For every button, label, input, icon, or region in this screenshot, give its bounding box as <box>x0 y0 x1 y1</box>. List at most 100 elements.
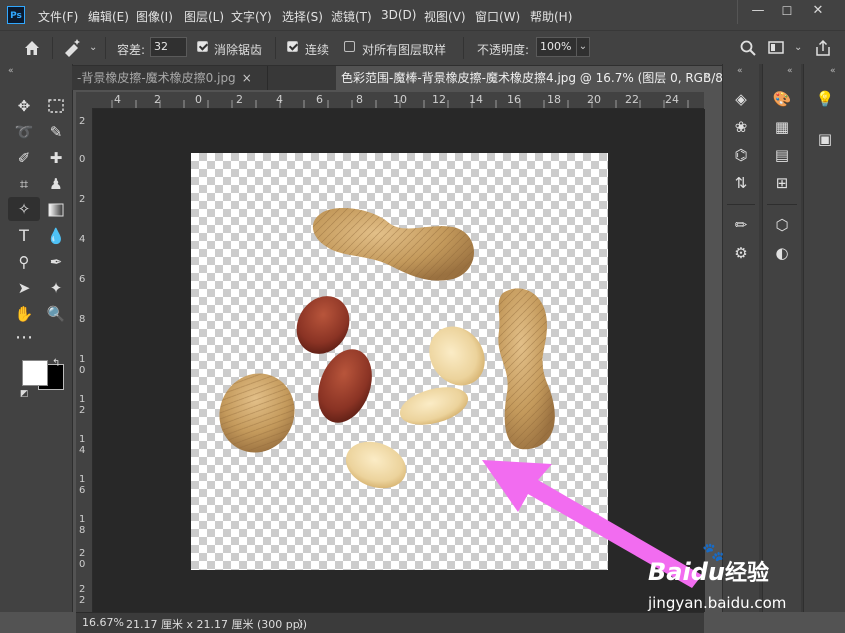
panel-divider <box>767 204 797 205</box>
magic-eraser-tool-icon[interactable]: ✧ <box>8 197 40 221</box>
ruler-label: 2 2 <box>79 584 86 606</box>
brush-settings-panel-icon[interactable]: ⚙ <box>729 242 753 264</box>
ruler-label: 2 <box>79 116 86 127</box>
menu-3d[interactable]: 3D(D) <box>381 8 416 22</box>
ruler-label: 22 <box>625 93 639 106</box>
zoom-level[interactable]: 16.67% <box>82 616 124 629</box>
zoom-tool-icon[interactable]: 🔍 <box>43 302 69 326</box>
tab-document-4[interactable]: 色彩范围-魔棒-背景橡皮擦-魔术橡皮擦4.jpg @ 16.7% (图层 0, … <box>336 66 761 90</box>
channels-panel-icon[interactable]: ❀ <box>729 116 753 138</box>
antialias-checkbox[interactable] <box>197 41 208 52</box>
eyedropper-tool-icon[interactable]: ✎ <box>43 120 69 144</box>
sample-all-layers-label: 对所有图层取样 <box>362 43 447 57</box>
window-controls-divider <box>737 0 738 24</box>
ruler-label: 2 <box>79 194 86 205</box>
ruler-label: 4 <box>79 234 86 245</box>
chevron-down-icon[interactable]: ⌄ <box>89 42 97 53</box>
ruler-label: 14 <box>469 93 483 106</box>
status-bar: 16.67% 21.17 厘米 x 21.17 厘米 (300 ppi) 〉 <box>76 612 704 633</box>
ruler-label: 1 2 <box>79 394 86 416</box>
workspace-icon[interactable] <box>768 40 786 56</box>
panel-divider <box>727 204 755 205</box>
tolerance-input[interactable]: 32 <box>150 37 187 57</box>
ruler-label: 1 4 <box>79 434 86 456</box>
panel-column-3: « 💡 ▣ <box>803 64 845 612</box>
tools-panel: « ✥ ➰ ✎ ✐ ✚ ⌗ ♟ ✧ T 💧 ⚲ ✒ ➤ ✦ ✋ 🔍 ⋯ ↰ ◩ <box>0 64 73 612</box>
swap-colors-icon[interactable]: ↰ <box>52 358 60 369</box>
options-bar: ⌄ 容差: 32 消除锯齿 连续 对所有图层取样 不透明度: 100% ⌄ ⌄ <box>0 30 845 66</box>
adjustments-panel-icon[interactable]: ◐ <box>770 242 794 264</box>
blur-tool-icon[interactable]: 💧 <box>43 224 69 248</box>
libraries-panel-icon[interactable]: ▣ <box>813 128 837 150</box>
menu-type[interactable]: 文字(Y) <box>231 8 272 25</box>
gradient-tool-icon[interactable] <box>43 198 69 222</box>
tab-document-0[interactable]: -背景橡皮擦-魔术橡皮擦0.jpg × <box>72 66 268 90</box>
collapse-panel-icon[interactable]: « <box>787 66 793 76</box>
magic-eraser-preset-icon[interactable] <box>62 38 84 58</box>
swatches-panel-icon[interactable]: ▦ <box>770 116 794 138</box>
close-icon[interactable]: × <box>236 71 252 85</box>
tab-label: -背景橡皮擦-魔术橡皮擦0.jpg <box>77 71 236 85</box>
ruler-label: 6 <box>79 274 86 285</box>
move-tool-icon[interactable]: ✥ <box>11 94 37 118</box>
collapse-panel-icon[interactable]: « <box>830 66 836 76</box>
opacity-dropdown-icon[interactable]: ⌄ <box>576 37 590 57</box>
patterns-panel-icon[interactable]: ⊞ <box>770 172 794 194</box>
maximize-button[interactable]: ☐ <box>773 0 801 24</box>
brush-tool-icon[interactable]: ✐ <box>11 146 37 170</box>
marquee-tool-icon[interactable] <box>43 94 69 118</box>
more-tabs-icon[interactable]: » <box>703 68 710 82</box>
ruler-label: 24 <box>665 93 679 106</box>
custom-shape-tool-icon[interactable]: ✦ <box>43 276 69 300</box>
watermark-brand-cn: 经验 <box>724 561 769 586</box>
color-panel-icon[interactable]: 🎨 <box>770 88 794 110</box>
share-icon[interactable] <box>814 39 832 57</box>
ruler-label: 10 <box>393 93 407 106</box>
menu-file[interactable]: 文件(F) <box>38 8 78 25</box>
learn-panel-icon[interactable]: 💡 <box>813 88 837 110</box>
paths-panel-icon[interactable]: ⌬ <box>729 144 753 166</box>
default-colors-icon[interactable]: ◩ <box>20 389 29 399</box>
clone-stamp-tool-icon[interactable]: ♟ <box>43 172 69 196</box>
type-tool-icon[interactable]: T <box>11 224 37 248</box>
foreground-color-swatch[interactable] <box>22 360 48 386</box>
contiguous-checkbox[interactable] <box>287 41 298 52</box>
ruler-label: 0 <box>195 93 202 106</box>
menu-help[interactable]: 帮助(H) <box>530 8 572 25</box>
dodge-tool-icon[interactable]: ⚲ <box>11 250 37 274</box>
menu-layer[interactable]: 图层(L) <box>184 8 224 25</box>
collapse-panel-icon[interactable]: « <box>737 66 743 76</box>
path-selection-tool-icon[interactable]: ➤ <box>11 276 37 300</box>
3d-panel-icon[interactable]: ⬡ <box>770 214 794 236</box>
peanut-kernel <box>345 441 407 489</box>
healing-brush-tool-icon[interactable]: ✚ <box>43 146 69 170</box>
chevron-down-icon[interactable]: ⌄ <box>794 42 802 53</box>
brushes-panel-icon[interactable]: ✏ <box>729 214 753 236</box>
hand-tool-icon[interactable]: ✋ <box>11 302 37 326</box>
crop-tool-icon[interactable]: ⌗ <box>11 172 37 196</box>
menu-view[interactable]: 视图(V) <box>424 8 466 25</box>
history-panel-icon[interactable]: ⇅ <box>729 172 753 194</box>
horizontal-ruler: 4 2 0 2 4 6 8 10 12 14 16 18 20 22 24 <box>76 92 704 109</box>
lasso-tool-icon[interactable]: ➰ <box>11 120 37 144</box>
gradients-panel-icon[interactable]: ▤ <box>770 144 794 166</box>
sample-all-layers-checkbox[interactable] <box>344 41 355 52</box>
menu-image[interactable]: 图像(I) <box>136 8 173 25</box>
close-button[interactable]: ✕ <box>804 0 832 24</box>
search-icon[interactable] <box>739 39 757 57</box>
pen-tool-icon[interactable]: ✒ <box>43 250 69 274</box>
menu-window[interactable]: 窗口(W) <box>475 8 520 25</box>
collapse-panel-icon[interactable]: « <box>8 66 14 76</box>
more-tools-icon[interactable]: ⋯ <box>11 328 37 352</box>
menu-select[interactable]: 选择(S) <box>282 8 323 25</box>
home-icon[interactable] <box>22 38 42 58</box>
menu-edit[interactable]: 编辑(E) <box>88 8 129 25</box>
ruler-label: 20 <box>587 93 601 106</box>
menu-filter[interactable]: 滤镜(T) <box>331 8 372 25</box>
status-menu-icon[interactable]: 〉 <box>298 616 309 632</box>
tolerance-label: 容差: <box>117 43 146 57</box>
minimize-button[interactable]: — <box>744 0 772 24</box>
layers-panel-icon[interactable]: ◈ <box>729 88 753 110</box>
watermark-url: jingyan.baidu.com <box>648 594 787 612</box>
opacity-input[interactable]: 100% <box>536 37 579 57</box>
